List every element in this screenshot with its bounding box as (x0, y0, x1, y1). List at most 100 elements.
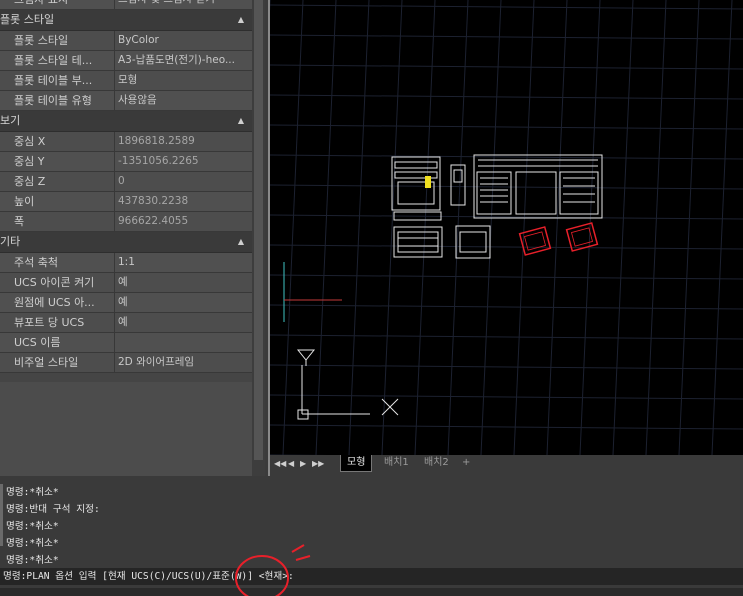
yellow-element (425, 176, 431, 188)
property-row[interactable]: 중심 X 1896818.2589 (0, 132, 252, 152)
grid-line (269, 244, 743, 250)
property-value[interactable]: 모형 (115, 71, 252, 90)
property-row[interactable]: 플롯 테이블 유형 사용않음 (0, 91, 252, 111)
property-value[interactable]: 예 (115, 293, 252, 312)
property-value[interactable]: 1:1 (115, 253, 252, 272)
section-title: 기타 (0, 235, 21, 248)
grid-line (348, 0, 370, 456)
drawing-block (455, 225, 491, 259)
next-tab-icon[interactable]: ▶ (300, 459, 306, 468)
property-label: UCS 이름 (0, 333, 115, 352)
properties-list: 그림자 표시그림자 및 그림자 받기플롯 스타일▲플롯 스타일ByColor플롯… (0, 0, 252, 373)
property-label: 폭 (0, 212, 115, 231)
history-line: 명령:*취소* (6, 487, 59, 498)
grid-line (269, 334, 743, 340)
property-row[interactable]: 주석 축척 1:1 (0, 253, 252, 273)
property-value[interactable]: 사용않음 (115, 91, 252, 110)
property-row[interactable]: UCS 이름 (0, 333, 252, 353)
tab-layout2[interactable]: 배치2 (418, 455, 455, 471)
section-title: 플롯 스타일 (0, 13, 55, 26)
scrollbar-thumb[interactable] (254, 0, 263, 460)
grid-line (315, 0, 337, 456)
property-value[interactable]: 437830.2238 (115, 192, 252, 211)
grid-line (447, 0, 469, 456)
property-label: 플롯 스타일 (0, 31, 115, 50)
property-row[interactable]: 그림자 표시그림자 및 그림자 받기 (0, 0, 252, 10)
property-label: 플롯 테이블 부... (0, 71, 115, 90)
property-value[interactable]: 예 (115, 313, 252, 332)
property-value[interactable] (115, 333, 252, 352)
property-label: UCS 아이콘 켜기 (0, 273, 115, 292)
property-value[interactable]: 예 (115, 273, 252, 292)
property-label: 비주얼 스타일 (0, 353, 115, 372)
grid-line (269, 4, 743, 10)
command-line[interactable]: 명령:PLAN 옵션 입력 [현재 UCS(C)/UCS(U)/표준(W)] <… (0, 568, 743, 585)
grid-line (480, 0, 502, 456)
grid-line (282, 0, 304, 456)
property-row[interactable]: 원점에 UCS 아... 예 (0, 293, 252, 313)
grid-line (269, 124, 743, 130)
property-row[interactable]: 높이 437830.2238 (0, 192, 252, 212)
grid-line (269, 424, 743, 430)
property-label: 높이 (0, 192, 115, 211)
property-value[interactable]: 1896818.2589 (115, 132, 252, 151)
collapse-arrow-icon[interactable]: ▲ (238, 111, 244, 131)
grid-line (269, 154, 743, 160)
red-blocks (518, 222, 599, 256)
property-label: 그림자 표시 (0, 0, 115, 9)
section-header[interactable]: 보기 ▲ (0, 111, 252, 132)
property-label: 중심 Z (0, 172, 115, 191)
history-line: 명령:*취소* (6, 538, 59, 549)
property-label: 플롯 스타일 테... (0, 51, 115, 70)
prev-tab-icon[interactable]: ◀ (288, 459, 294, 468)
grid-line (269, 394, 743, 400)
property-label: 중심 Y (0, 152, 115, 171)
property-row[interactable]: 뷰포트 당 UCS 예 (0, 313, 252, 333)
section-header[interactable]: 기타 ▲ (0, 232, 252, 253)
layout-tab-bar: ◀◀ ◀ ▶ ▶▶ 모형 배치1 배치2 + (268, 455, 743, 476)
property-row[interactable]: UCS 아이콘 켜기 예 (0, 273, 252, 293)
property-label: 주석 축척 (0, 253, 115, 272)
properties-panel: 그림자 표시그림자 및 그림자 받기플롯 스타일▲플롯 스타일ByColor플롯… (0, 0, 265, 476)
grid-line (269, 364, 743, 370)
property-value[interactable]: ByColor (115, 31, 252, 50)
history-line: 명령:*취소* (6, 555, 59, 566)
model-viewport[interactable] (249, 0, 743, 460)
first-tab-icon[interactable]: ◀◀ (274, 459, 286, 468)
property-label: 플롯 테이블 유형 (0, 91, 115, 110)
property-value[interactable]: 0 (115, 172, 252, 191)
grid-line (546, 0, 568, 456)
properties-scrollbar[interactable] (252, 0, 265, 476)
command-area: 명령:*취소* 명령:반대 구석 지정: 명령:*취소* 명령:*취소* 명령:… (0, 476, 743, 596)
property-value[interactable]: 2D 와이어프레임 (115, 353, 252, 372)
property-label: 뷰포트 당 UCS (0, 313, 115, 332)
property-row[interactable]: 중심 Y -1351056.2265 (0, 152, 252, 172)
section-header[interactable]: 플롯 스타일 ▲ (0, 10, 252, 31)
tab-layout1[interactable]: 배치1 (378, 455, 415, 471)
property-row[interactable]: 플롯 스타일 ByColor (0, 31, 252, 51)
property-value[interactable]: -1351056.2265 (115, 152, 252, 171)
property-row[interactable]: 플롯 스타일 테... A3-납품도면(전기)-heo... (0, 51, 252, 71)
grid-line (269, 184, 743, 190)
command-history: 명령:*취소* 명령:반대 구석 지정: 명령:*취소* 명령:*취소* 명령:… (0, 484, 743, 566)
property-row[interactable]: 폭 966622.4055 (0, 212, 252, 232)
property-value[interactable]: 966622.4055 (115, 212, 252, 231)
property-label: 중심 X (0, 132, 115, 151)
property-value[interactable]: 그림자 및 그림자 받기 (115, 0, 252, 9)
property-value[interactable]: A3-납품도면(전기)-heo... (115, 51, 252, 70)
tab-add[interactable]: + (456, 455, 476, 471)
command-prompt[interactable]: 명령:PLAN 옵션 입력 [현재 UCS(C)/UCS(U)/표준(W)] <… (0, 568, 743, 585)
drawing-block (391, 156, 441, 211)
property-row[interactable]: 중심 Z0 (0, 172, 252, 192)
collapse-arrow-icon[interactable]: ▲ (238, 10, 244, 30)
grid-line (269, 94, 743, 100)
last-tab-icon[interactable]: ▶▶ (312, 459, 324, 468)
grid-line (513, 0, 535, 456)
collapse-arrow-icon[interactable]: ▲ (238, 232, 244, 252)
property-row[interactable]: 비주얼 스타일 2D 와이어프레임 (0, 353, 252, 373)
drawing-canvas[interactable] (249, 0, 743, 460)
tab-model[interactable]: 모형 (340, 455, 373, 472)
property-label: 원점에 UCS 아... (0, 293, 115, 312)
property-row[interactable]: 플롯 테이블 부... 모형 (0, 71, 252, 91)
grid-line (269, 64, 743, 70)
